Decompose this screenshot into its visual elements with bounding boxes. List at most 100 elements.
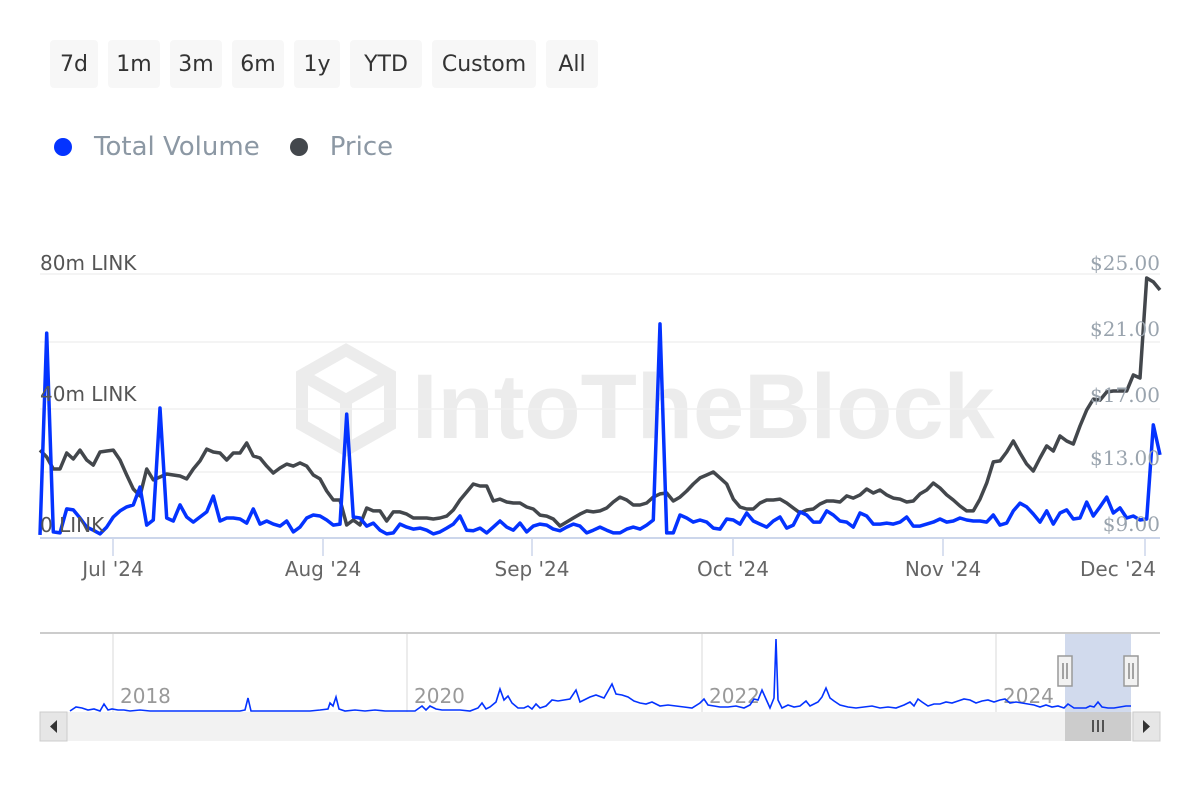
- point-total-volume: [718, 527, 722, 531]
- point-price: [785, 501, 789, 505]
- point-price: [265, 464, 269, 468]
- point-price: [625, 498, 629, 502]
- point-total-volume: [491, 525, 495, 529]
- point-price: [431, 517, 435, 521]
- point-total-volume: [445, 526, 449, 530]
- point-price: [251, 454, 255, 458]
- point-total-volume: [385, 532, 389, 536]
- point-total-volume: [365, 524, 369, 528]
- point-total-volume: [725, 517, 729, 521]
- point-total-volume: [578, 524, 582, 528]
- navigator-tick-2022: 2022: [709, 684, 760, 708]
- point-price: [978, 497, 982, 501]
- scrollbar-right-arrow-button[interactable]: [1132, 711, 1161, 742]
- point-price: [145, 467, 149, 471]
- point-price: [218, 451, 222, 455]
- point-price: [825, 499, 829, 503]
- point-total-volume: [485, 531, 489, 535]
- point-total-volume: [351, 515, 355, 519]
- point-total-volume: [145, 523, 149, 527]
- point-price: [425, 516, 429, 520]
- point-total-volume: [1058, 511, 1062, 515]
- point-total-volume: [885, 521, 889, 525]
- navigator-handle-left[interactable]: [1057, 655, 1073, 687]
- point-total-volume: [705, 520, 709, 524]
- point-total-volume: [671, 531, 675, 535]
- point-price: [258, 456, 262, 460]
- point-price: [458, 498, 462, 502]
- point-price: [191, 467, 195, 471]
- point-price: [831, 499, 835, 503]
- navigator-handle-right[interactable]: [1123, 655, 1139, 687]
- point-price: [345, 523, 349, 527]
- point-price: [125, 473, 129, 477]
- point-total-volume: [1025, 505, 1029, 509]
- point-price: [1051, 449, 1055, 453]
- point-total-volume: [251, 507, 255, 511]
- point-total-volume: [611, 531, 615, 535]
- point-total-volume: [391, 531, 395, 535]
- point-total-volume: [218, 519, 222, 523]
- point-total-volume: [585, 531, 589, 535]
- point-price: [311, 473, 315, 477]
- point-price: [951, 498, 955, 502]
- point-price: [991, 460, 995, 464]
- point-price: [585, 509, 589, 513]
- point-total-volume: [791, 523, 795, 527]
- y-left-tick-40m: 40m LINK: [40, 382, 137, 406]
- point-total-volume: [818, 520, 822, 524]
- point-price: [245, 441, 249, 445]
- point-price: [751, 507, 755, 511]
- point-price: [905, 500, 909, 504]
- point-total-volume: [178, 503, 182, 507]
- point-total-volume: [598, 525, 602, 529]
- point-total-volume: [185, 515, 189, 519]
- point-total-volume: [711, 526, 715, 530]
- point-price: [598, 509, 602, 513]
- point-total-volume: [605, 528, 609, 532]
- point-total-volume: [845, 520, 849, 524]
- point-price: [718, 476, 722, 480]
- point-total-volume: [851, 525, 855, 529]
- point-price: [178, 474, 182, 478]
- point-price: [511, 501, 515, 505]
- point-price: [1071, 442, 1075, 446]
- point-total-volume: [991, 513, 995, 517]
- point-price: [578, 512, 582, 516]
- point-total-volume: [545, 523, 549, 527]
- point-total-volume: [831, 513, 835, 517]
- point-total-volume: [331, 523, 335, 527]
- navigator: 2018 2020 2022 2024: [40, 632, 1160, 712]
- point-total-volume: [1071, 517, 1075, 521]
- scrollbar-thumb[interactable]: [1065, 712, 1131, 741]
- scrollbar-left-arrow-button[interactable]: [39, 711, 68, 742]
- point-price: [911, 499, 915, 503]
- point-price: [38, 448, 42, 452]
- point-price: [558, 524, 562, 528]
- navigator-selected-range[interactable]: [1065, 634, 1131, 712]
- point-total-volume: [778, 515, 782, 519]
- scrollbar-track[interactable]: [40, 712, 1160, 741]
- point-price: [438, 516, 442, 520]
- point-price: [571, 516, 575, 520]
- point-total-volume: [558, 529, 562, 533]
- point-price: [538, 513, 542, 517]
- point-price: [945, 493, 949, 497]
- point-total-volume: [698, 518, 702, 522]
- point-total-volume: [931, 520, 935, 524]
- point-total-volume: [938, 517, 942, 521]
- x-tick-label-dec: Dec '24: [1080, 557, 1156, 581]
- point-total-volume: [298, 525, 302, 529]
- point-price: [1011, 439, 1015, 443]
- point-total-volume: [271, 522, 275, 526]
- point-total-volume: [65, 507, 69, 511]
- point-price: [565, 520, 569, 524]
- point-price: [745, 507, 749, 511]
- point-total-volume: [451, 522, 455, 526]
- point-price: [865, 487, 869, 491]
- point-total-volume: [171, 519, 175, 523]
- point-price: [631, 503, 635, 507]
- point-price: [551, 517, 555, 521]
- y-right-tick-13: $13.00: [1090, 446, 1160, 470]
- point-price: [885, 493, 889, 497]
